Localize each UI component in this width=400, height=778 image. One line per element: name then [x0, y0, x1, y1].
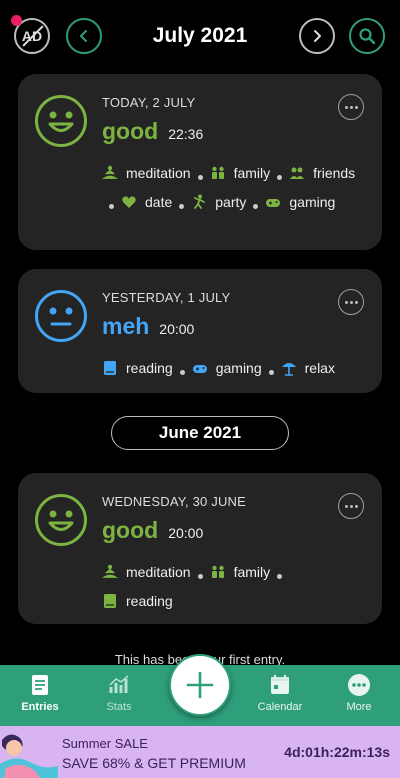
activity-meditation: meditation [102, 160, 191, 186]
family-icon [211, 166, 224, 179]
activity-party: party [191, 189, 246, 215]
entry-card[interactable]: WEDNESDAY, 30 JUNE good 20:00 meditation… [18, 473, 382, 624]
mood-label: good [102, 118, 159, 144]
activity-list: reading gaming relax [102, 355, 362, 384]
party-icon [194, 194, 206, 209]
entry-date: WEDNESDAY, 30 JUNE [102, 494, 246, 509]
heart-icon [122, 196, 136, 208]
promo-countdown: 4d:01h:22m:13s [284, 744, 390, 760]
entry-date: YESTERDAY, 1 JULY [102, 290, 231, 305]
book-icon [104, 361, 116, 375]
entry-options-button[interactable] [338, 94, 364, 120]
activity-reading: reading [102, 588, 173, 614]
activity-date: date [121, 189, 172, 215]
mood-row: good 22:36 [102, 118, 203, 145]
promo-illustration [0, 726, 58, 778]
calendar-icon [271, 675, 289, 694]
entry-time: 20:00 [168, 525, 204, 541]
next-month-button[interactable] [299, 18, 335, 54]
gamepad-icon [266, 199, 281, 207]
promo-subtitle: SAVE 68% & GET PREMIUM [62, 755, 246, 771]
friends-icon [290, 167, 305, 179]
promo-title: Summer SALE [62, 736, 148, 751]
stats-icon [109, 675, 129, 693]
activity-gaming: gaming [192, 355, 262, 381]
activity-family: family [210, 559, 270, 585]
activity-list: meditation family friends date party gam… [102, 160, 362, 218]
notification-dot [11, 15, 22, 26]
entry-time: 22:36 [168, 126, 204, 142]
month-title: July 2021 [152, 24, 248, 47]
more-icon [348, 674, 370, 696]
nav-more[interactable]: More [324, 673, 394, 713]
add-entry-button[interactable] [169, 654, 231, 716]
activity-gaming: gaming [265, 189, 335, 215]
nav-entries[interactable]: Entries [5, 673, 75, 713]
search-button[interactable] [349, 18, 385, 54]
month-divider: June 2021 [111, 416, 289, 450]
promo-banner[interactable]: Summer SALE SAVE 68% & GET PREMIUM 4d:01… [0, 726, 400, 778]
meh-mood-icon [35, 290, 87, 342]
meditation-icon [102, 165, 118, 179]
beach-umbrella-icon [281, 363, 296, 376]
family-icon [211, 565, 224, 578]
good-mood-icon [35, 494, 87, 546]
header: AD July 2021 [0, 15, 400, 56]
entries-icon [32, 675, 48, 695]
activity-relax: relax [281, 355, 335, 381]
nav-stats[interactable]: Stats [84, 673, 154, 713]
good-mood-icon [35, 95, 87, 147]
entry-date: TODAY, 2 JULY [102, 95, 196, 110]
activity-friends: friends [289, 160, 355, 186]
activity-meditation: meditation [102, 559, 191, 585]
mood-label: good [102, 517, 159, 543]
entry-options-button[interactable] [338, 493, 364, 519]
activity-reading: reading [102, 355, 173, 381]
entry-options-button[interactable] [338, 289, 364, 315]
entry-card[interactable]: YESTERDAY, 1 JULY meh 20:00 reading gami… [18, 269, 382, 393]
meditation-icon [102, 564, 118, 578]
gamepad-icon [192, 365, 207, 373]
entry-time: 20:00 [159, 321, 195, 337]
previous-month-button[interactable] [66, 18, 102, 54]
mood-row: meh 20:00 [102, 313, 194, 340]
plus-icon [186, 671, 214, 699]
nav-calendar[interactable]: Calendar [245, 673, 315, 713]
book-icon [104, 594, 116, 608]
activity-list: meditation family reading [102, 559, 362, 617]
mood-row: good 20:00 [102, 517, 203, 544]
mood-label: meh [102, 313, 150, 339]
search-icon [359, 28, 376, 45]
chevron-right-icon [314, 30, 321, 42]
entry-card[interactable]: TODAY, 2 JULY good 22:36 meditation fami… [18, 74, 382, 250]
chevron-left-icon [80, 30, 87, 42]
activity-family: family [210, 160, 270, 186]
